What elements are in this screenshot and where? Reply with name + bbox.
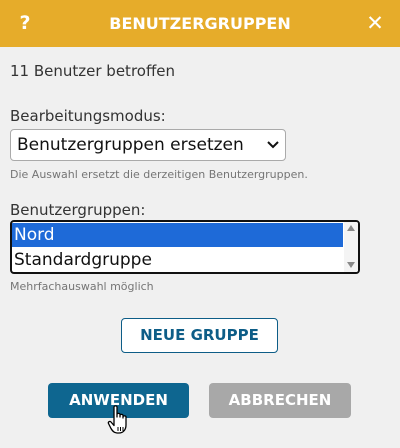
dialog-title: BENUTZERGRUPPEN	[109, 14, 291, 33]
hand-pointer-icon	[107, 405, 127, 434]
cancel-button[interactable]: ABBRECHEN	[209, 383, 351, 418]
new-group-button[interactable]: NEUE GRUPPE	[121, 318, 278, 353]
chevron-down-icon	[267, 141, 279, 149]
scroll-down-icon[interactable]	[347, 262, 355, 268]
user-groups-label: Benutzergruppen:	[10, 201, 146, 219]
group-option-standardgruppe[interactable]: Standardgruppe	[12, 248, 343, 272]
group-option-nord[interactable]: Nord	[12, 223, 343, 247]
affected-users-count: 11 Benutzer betroffen	[10, 62, 176, 80]
edit-mode-label: Bearbeitungsmodus:	[10, 107, 166, 125]
close-icon[interactable]: ✕	[364, 0, 386, 47]
edit-mode-selected-value: Benutzergruppen ersetzen	[17, 135, 244, 155]
user-groups-listbox[interactable]: Nord Standardgruppe	[10, 220, 360, 274]
edit-mode-hint: Die Auswahl ersetzt die derzeitigen Benu…	[10, 168, 308, 181]
user-groups-dialog: BENUTZERGRUPPEN ? ✕ 11 Benutzer betroffe…	[0, 0, 400, 448]
scroll-up-icon[interactable]	[347, 225, 355, 231]
multi-select-hint: Mehrfachauswahl möglich	[10, 280, 154, 293]
dialog-titlebar: BENUTZERGRUPPEN ? ✕	[0, 0, 400, 47]
help-icon[interactable]: ?	[14, 0, 36, 47]
edit-mode-select[interactable]: Benutzergruppen ersetzen	[10, 129, 286, 161]
listbox-scrollbar[interactable]	[344, 222, 358, 272]
